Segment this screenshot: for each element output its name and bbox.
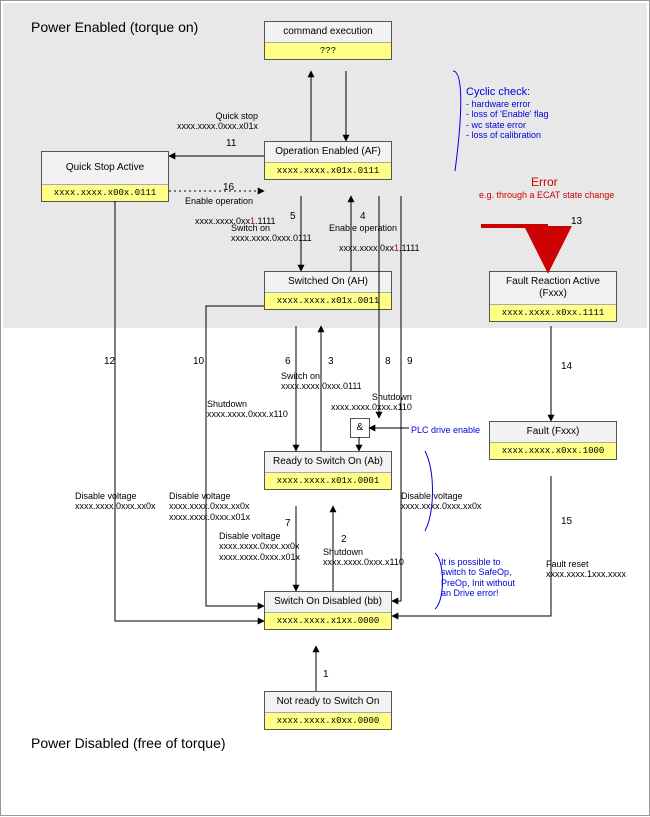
edge-num-8: 8 — [385, 356, 391, 367]
edge-num-10: 10 — [193, 356, 204, 367]
edge-label-disable-voltage-10: Disable voltage xxxx.xxxx.0xxx.xx0x xxxx… — [169, 491, 250, 522]
state-code: xxxx.xxxx.x0xx.0000 — [265, 712, 391, 729]
edge-num-7: 7 — [285, 518, 291, 529]
edge-label-disable-voltage-12: Disable voltage xxxx.xxxx.0xxx.xx0x — [75, 491, 156, 512]
state-title: Quick Stop Active — [42, 152, 168, 184]
error-body: e.g. through a ECAT state change — [479, 190, 614, 200]
edge-label-enable-op-4: Enable operation — [329, 223, 397, 233]
edge-label-enable-op-4-code: xxxx.xxxx.0xx1.1111 — [329, 233, 420, 264]
edge-num-2: 2 — [341, 534, 347, 545]
edge-num-15: 15 — [561, 516, 572, 527]
state-code: ??? — [265, 42, 391, 59]
state-fault: Fault (Fxxx) xxxx.xxxx.x0xx.1000 — [489, 421, 617, 460]
state-command-execution: command execution ??? — [264, 21, 392, 60]
edge-num-5: 5 — [290, 211, 296, 222]
state-title: Operation Enabled (AF) — [265, 142, 391, 162]
edge-num-9: 9 — [407, 356, 413, 367]
state-title: command execution — [265, 22, 391, 42]
edge-label-enable-op-16: Enable operation — [185, 196, 253, 206]
switch-safeop-note: It is possible to switch to SafeOp, PreO… — [441, 557, 515, 598]
state-fault-reaction-active: Fault Reaction Active (Fxxx) xxxx.xxxx.x… — [489, 271, 617, 322]
edge-num-11: 11 — [226, 138, 236, 149]
edge-num-13: 13 — [571, 216, 582, 227]
edge-label-disable-voltage-9: Disable voltage xxxx.xxxx.0xxx.xx0x — [401, 491, 482, 512]
state-code: xxxx.xxxx.x00x.0111 — [42, 184, 168, 201]
edge-label-disable-voltage-7: Disable voltage xxxx.xxxx.0xxx.xx0x xxxx… — [219, 531, 300, 562]
edge-num-14: 14 — [561, 361, 572, 372]
edge-num-4: 4 — [360, 211, 366, 222]
state-quick-stop-active: Quick Stop Active xxxx.xxxx.x00x.0111 — [41, 151, 169, 202]
edge-label-shutdown-2: Shutdown xxxx.xxxx.0xxx.x110 — [323, 547, 404, 568]
state-title: Fault (Fxxx) — [490, 422, 616, 442]
edge-label-quick-stop: Quick stop xxxx.xxxx.0xxx.x01x — [177, 111, 258, 132]
state-code: xxxx.xxxx.x01x.0011 — [265, 292, 391, 309]
edge-label-shutdown-8: Shutdown xxxx.xxxx.0xxx.x110 — [331, 392, 412, 413]
error-title: Error — [531, 176, 558, 190]
edge-label-switch-on-5: Switch on xxxx.xxxx.0xxx.0111 — [231, 223, 312, 244]
diagram-frame: Power Enabled (torque on) Power Disabled… — [0, 0, 650, 816]
edge-num-1: 1 — [323, 669, 329, 680]
cyclic-check-body: - hardware error - loss of 'Enable' flag… — [466, 99, 548, 140]
plc-drive-enable-label: PLC drive enable — [411, 425, 480, 435]
power-enabled-title: Power Enabled (torque on) — [31, 19, 198, 37]
edge-num-12: 12 — [104, 356, 115, 367]
state-title: Fault Reaction Active (Fxxx) — [490, 272, 616, 304]
edge-num-6: 6 — [285, 356, 291, 367]
state-code: xxxx.xxxx.x1xx.0000 — [265, 612, 391, 629]
edge-label-fault-reset: Fault reset xxxx.xxxx.1xxx.xxxx — [546, 559, 626, 580]
state-code: xxxx.xxxx.x01x.0111 — [265, 162, 391, 179]
state-title: Switched On (AH) — [265, 272, 391, 292]
state-not-ready: Not ready to Switch On xxxx.xxxx.x0xx.00… — [264, 691, 392, 730]
state-title: Switch On Disabled (bb) — [265, 592, 391, 612]
edge-num-3: 3 — [328, 356, 334, 367]
state-code: xxxx.xxxx.x0xx.1000 — [490, 442, 616, 459]
edge-num-16: 16 — [223, 182, 234, 193]
power-disabled-title: Power Disabled (free of torque) — [31, 735, 226, 753]
and-gate: & — [350, 418, 370, 438]
edge-label-shutdown-6: Shutdown xxxx.xxxx.0xxx.x110 — [207, 399, 288, 420]
state-title: Not ready to Switch On — [265, 692, 391, 712]
state-ready-to-switch-on: Ready to Switch On (Ab) xxxx.xxxx.x01x.0… — [264, 451, 392, 490]
edge-label-switch-on-3: Switch on xxxx.xxxx.0xxx.0111 — [281, 371, 362, 392]
state-code: xxxx.xxxx.x0xx.1111 — [490, 304, 616, 321]
state-switched-on: Switched On (AH) xxxx.xxxx.x01x.0011 — [264, 271, 392, 310]
state-code: xxxx.xxxx.x01x.0001 — [265, 472, 391, 489]
state-switch-on-disabled: Switch On Disabled (bb) xxxx.xxxx.x1xx.0… — [264, 591, 392, 630]
cyclic-check-title: Cyclic check: — [466, 86, 530, 99]
state-operation-enabled: Operation Enabled (AF) xxxx.xxxx.x01x.01… — [264, 141, 392, 180]
state-title: Ready to Switch On (Ab) — [265, 452, 391, 472]
